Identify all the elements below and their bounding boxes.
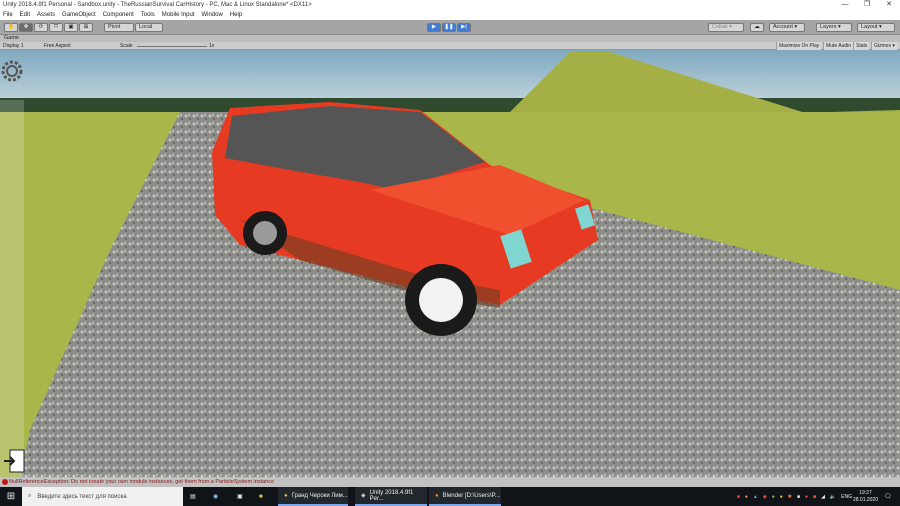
restore-button[interactable]: ❐ bbox=[856, 0, 878, 10]
display-dropdown[interactable]: Display 1 bbox=[3, 42, 24, 50]
tray-app-icon[interactable]: ◆ bbox=[763, 494, 767, 500]
computer-icon[interactable]: ▣ bbox=[237, 487, 249, 506]
pivot-button[interactable]: Pivot bbox=[104, 23, 134, 32]
chrome-icon: ● bbox=[284, 492, 288, 499]
scale-value: 1x bbox=[209, 43, 215, 49]
gizmos-dropdown[interactable]: Gizmos ▾ bbox=[871, 42, 897, 50]
play-button[interactable]: ▶ bbox=[427, 23, 441, 32]
close-button[interactable]: ✕ bbox=[878, 0, 900, 10]
network-icon[interactable]: ◢ bbox=[821, 494, 825, 500]
pause-button[interactable]: ❚❚ bbox=[442, 23, 456, 32]
menu-file[interactable]: File bbox=[3, 12, 13, 18]
tray-app-icon[interactable]: ▲ bbox=[753, 494, 758, 500]
local-button[interactable]: Local bbox=[135, 23, 163, 32]
app-label: Blender [D:\Users\P... bbox=[442, 492, 500, 499]
window-title: Unity 2018.4.9f1 Personal - Sandbox.unit… bbox=[3, 2, 312, 8]
minimize-button[interactable]: — bbox=[834, 0, 856, 10]
steam-icon[interactable]: ◉ bbox=[213, 487, 225, 506]
tray-app-icon[interactable]: ■ bbox=[813, 494, 816, 500]
collab-button[interactable]: Collab ▾ bbox=[708, 23, 744, 32]
scale-slider[interactable] bbox=[137, 45, 207, 47]
game-view-toolbar: Display 1 Free Aspect Scale 1x Maximize … bbox=[0, 42, 900, 50]
taskbar-app-blender[interactable]: ● Blender [D:\Users\P... bbox=[429, 487, 501, 506]
scale-tool-icon[interactable]: ⤧ bbox=[49, 23, 63, 32]
search-placeholder: Введите здесь текст для поиска bbox=[37, 493, 127, 500]
tray-app-icon[interactable]: ■ bbox=[797, 494, 800, 500]
menu-mobile-input[interactable]: Mobile Input bbox=[162, 12, 195, 18]
menu-tools[interactable]: Tools bbox=[141, 12, 155, 18]
menu-bar: File Edit Assets GameObject Component To… bbox=[0, 10, 900, 20]
windows-start-icon[interactable]: ⊞ bbox=[0, 487, 22, 506]
tray-app-icon[interactable]: ✱ bbox=[788, 494, 792, 500]
step-button[interactable]: ▶| bbox=[457, 23, 471, 32]
status-message: NullReferenceException: Do not create yo… bbox=[9, 479, 275, 485]
tray-app-icon[interactable]: ● bbox=[772, 494, 775, 500]
title-bar: Unity 2018.4.9f1 Personal - Sandbox.unit… bbox=[0, 0, 900, 10]
layers-dropdown[interactable]: Layers ▾ bbox=[816, 23, 852, 32]
menu-window[interactable]: Window bbox=[201, 12, 222, 18]
maximize-on-play-button[interactable]: Maximize On Play bbox=[776, 42, 822, 50]
game-tab-label: Game bbox=[4, 35, 19, 41]
clock-time: 19:27 bbox=[859, 489, 872, 496]
menu-component[interactable]: Component bbox=[103, 12, 134, 18]
file-explorer-icon[interactable]: ■ bbox=[259, 487, 271, 506]
tray-app-icon[interactable]: ■ bbox=[737, 494, 740, 500]
clock-date: 28.01.2020 bbox=[852, 496, 878, 503]
account-dropdown[interactable]: Account ▾ bbox=[769, 23, 805, 32]
tray-app-icon[interactable]: ● bbox=[780, 494, 783, 500]
windows-taskbar: ⊞ ⌕ Введите здесь текст для поиска ▤ ◉ ▣… bbox=[0, 487, 900, 506]
mute-audio-button[interactable]: Mute Audio bbox=[823, 42, 854, 50]
menu-gameobject[interactable]: GameObject bbox=[62, 12, 96, 18]
console-status-bar[interactable]: NullReferenceException: Do not create yo… bbox=[0, 477, 900, 487]
search-icon: ⌕ bbox=[28, 493, 32, 499]
language-indicator[interactable]: ENG bbox=[841, 494, 852, 500]
cloud-icon[interactable]: ☁ bbox=[750, 23, 764, 32]
taskbar-clock[interactable]: 19:27 28.01.2020 bbox=[853, 487, 878, 506]
left-panel-overlay bbox=[0, 100, 24, 477]
stats-button[interactable]: Stats bbox=[853, 42, 870, 50]
rect-tool-icon[interactable]: ▣ bbox=[64, 23, 78, 32]
app-label: Гранд Чероки Лим... bbox=[291, 492, 348, 499]
tray-app-icon[interactable]: ● bbox=[805, 494, 808, 500]
system-tray: ■ ● ▲ ◆ ● ● ✱ ■ ● ■ ◢ 🔈 ENG bbox=[737, 487, 852, 506]
aspect-dropdown[interactable]: Free Aspect bbox=[44, 42, 71, 50]
hand-tool-icon[interactable]: ✋ bbox=[4, 23, 18, 32]
taskbar-app-unity[interactable]: ◈ Unity 2018.4.9f1 Per... bbox=[355, 487, 427, 506]
scale-label: Scale bbox=[120, 43, 133, 49]
main-toolbar: ✋ ✥ ⟳ ⤧ ▣ ⊞ Pivot Local ▶ ❚❚ ▶| Collab ▾… bbox=[0, 20, 900, 35]
menu-help[interactable]: Help bbox=[230, 12, 242, 18]
task-view-icon[interactable]: ▤ bbox=[190, 487, 202, 506]
menu-assets[interactable]: Assets bbox=[37, 12, 55, 18]
blender-icon: ● bbox=[435, 492, 439, 499]
transform-tool-icon[interactable]: ⊞ bbox=[79, 23, 93, 32]
move-tool-icon[interactable]: ✥ bbox=[19, 23, 33, 32]
game-view[interactable] bbox=[0, 50, 900, 477]
rotate-tool-icon[interactable]: ⟳ bbox=[34, 23, 48, 32]
tray-app-icon[interactable]: ● bbox=[745, 494, 748, 500]
menu-edit[interactable]: Edit bbox=[20, 12, 30, 18]
taskbar-app-chrome[interactable]: ● Гранд Чероки Лим... bbox=[278, 487, 348, 506]
notifications-icon[interactable]: 🗨 bbox=[884, 487, 896, 506]
game-tab[interactable]: Game bbox=[0, 35, 900, 42]
unity-icon: ◈ bbox=[361, 493, 366, 499]
app-label: Unity 2018.4.9f1 Per... bbox=[369, 489, 414, 502]
game-scene bbox=[0, 50, 900, 477]
error-icon bbox=[2, 479, 8, 485]
layout-dropdown[interactable]: Layout ▾ bbox=[857, 23, 895, 32]
taskbar-search-box[interactable]: ⌕ Введите здесь текст для поиска bbox=[22, 487, 183, 506]
volume-icon[interactable]: 🔈 bbox=[830, 494, 836, 500]
